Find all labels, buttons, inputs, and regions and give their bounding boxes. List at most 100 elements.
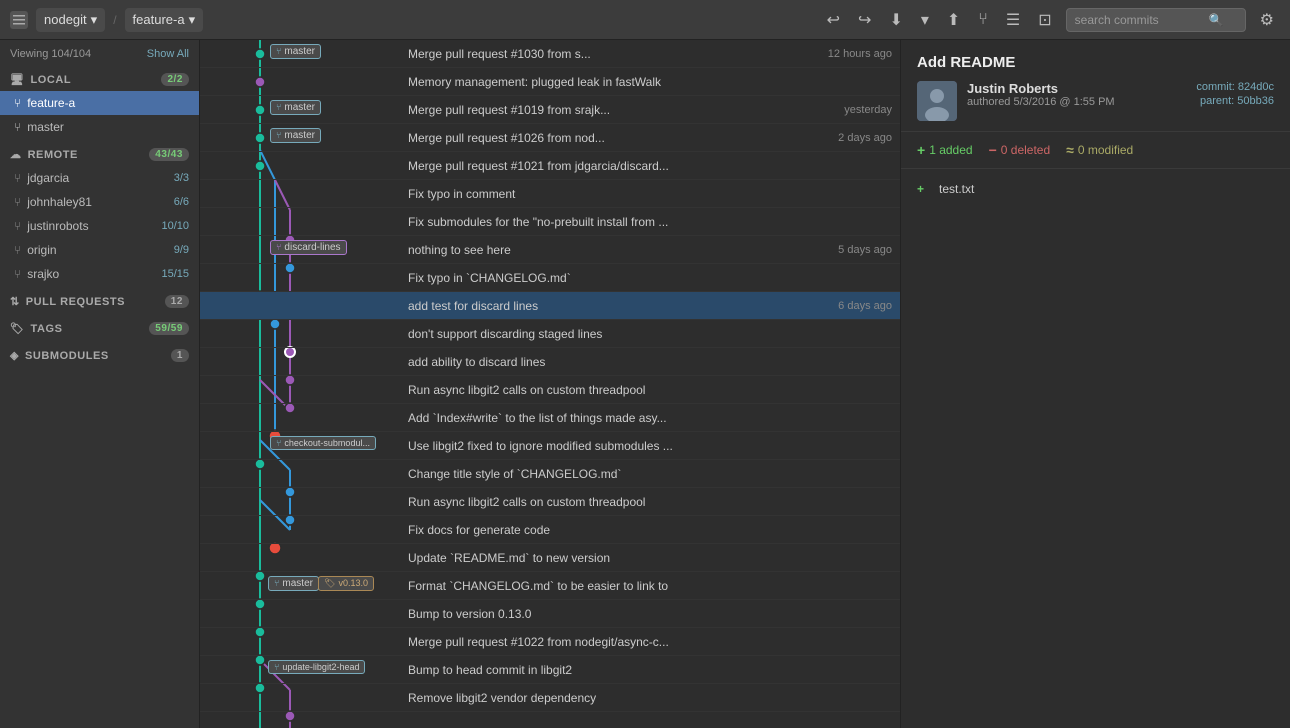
sidebar-item-origin[interactable]: ⑂origin 9/9	[0, 238, 199, 262]
modified-icon: ≈	[1066, 142, 1074, 158]
author-avatar	[917, 81, 957, 121]
remote-branch-icon-1: ⑂	[14, 171, 21, 185]
commit-row-selected[interactable]: add test for discard lines 6 days ago	[200, 292, 900, 320]
branch-icon-feature: ⑂	[14, 96, 21, 110]
redo-button[interactable]: ↪	[852, 6, 877, 34]
branch-icon-master: ⑂	[14, 120, 21, 134]
commit-message-18: Fix docs for generate code	[408, 523, 900, 537]
commit-time-4: 2 days ago	[838, 132, 900, 144]
fetch-button[interactable]: ⬇	[883, 6, 908, 34]
repo-selector[interactable]: nodegit ▾	[36, 8, 105, 32]
justinrobots-count: 10/10	[161, 220, 189, 232]
commit-row[interactable]: ⑂ master Merge pull request #1019 from s…	[200, 96, 900, 124]
commit-label: commit:	[1196, 81, 1235, 93]
pop-button[interactable]: ⊡	[1032, 6, 1057, 34]
commit-row[interactable]: ⑂ master Merge pull request #1026 from n…	[200, 124, 900, 152]
sidebar-item-johnhaley81[interactable]: ⑂johnhaley81 6/6	[0, 190, 199, 214]
commit-message-22: Merge pull request #1022 from nodegit/as…	[408, 635, 900, 649]
undo-button[interactable]: ↩	[821, 6, 846, 34]
commit-row[interactable]: don't support discarding staged lines	[200, 320, 900, 348]
remote-branch-icon-5: ⑂	[14, 267, 21, 281]
commit-message-1: Merge pull request #1030 from s...	[408, 47, 820, 61]
master-label-3: master	[284, 102, 315, 113]
commit-time-3: yesterday	[844, 104, 900, 116]
commit-row[interactable]: Merge pull request #1021 from jdgarcia/d…	[200, 152, 900, 180]
commit-row[interactable]: add ability to discard lines	[200, 348, 900, 376]
computer-icon: 🖥	[10, 73, 25, 86]
master-label-4: master	[284, 130, 315, 141]
stash-button[interactable]: ☰	[1000, 6, 1026, 34]
commit-hash-info: commit: 824d0c parent: 50bb36	[1196, 81, 1274, 107]
commit-row[interactable]: Fix submodules for the "no-prebuilt inst…	[200, 208, 900, 236]
commit-row[interactable]: Remove libgit2 vendor dependency	[200, 684, 900, 712]
commit-message-8: nothing to see here	[408, 243, 830, 257]
commit-row[interactable]: Bump to version 0.13.0	[200, 600, 900, 628]
commit-row[interactable]: ⑂ checkout-submodul... Use libgit2 fixed…	[200, 432, 900, 460]
local-label: LOCAL	[31, 74, 72, 86]
sidebar-item-justinrobots[interactable]: ⑂justinrobots 10/10	[0, 214, 199, 238]
branch-button[interactable]: ⑂	[972, 7, 994, 33]
commit-row[interactable]: Change title style of `CHANGELOG.md`	[200, 460, 900, 488]
discard-branch-icon: ⑂	[276, 242, 281, 252]
sidebar-item-jdgarcia[interactable]: ⑂jdgarcia 3/3	[0, 166, 199, 190]
commit-meta-info: Justin Roberts authored 5/3/2016 @ 1:55 …	[967, 81, 1186, 108]
fetch-dropdown[interactable]: ▾	[915, 6, 935, 34]
submodules-header[interactable]: ◈SUBMODULES 1	[0, 344, 199, 367]
commit-message-19: Update `README.md` to new version	[408, 551, 900, 565]
toolbar-actions: ↩ ↪ ⬇ ▾ ⬆ ⑂ ☰ ⊡	[821, 6, 1058, 34]
commit-time-10: 6 days ago	[838, 300, 900, 312]
commit-message-13: Run async libgit2 calls on custom thread…	[408, 383, 900, 397]
commit-row[interactable]: Fix typo in comment	[200, 180, 900, 208]
commit-row[interactable]: Run async libgit2 calls on custom thread…	[200, 488, 900, 516]
sidebar-item-feature-a[interactable]: ⑂feature-a	[0, 91, 199, 115]
tag-icon: 🏷	[10, 322, 25, 335]
commit-message-7: Fix submodules for the "no-prebuilt inst…	[408, 215, 900, 229]
update-label: update-libgit2-head	[282, 662, 359, 672]
file-item[interactable]: + test.txt	[901, 177, 1290, 201]
tags-header[interactable]: 🏷TAGS 59/59	[0, 317, 199, 340]
local-section: 🖥 LOCAL 2/2 ⑂feature-a ⑂master	[0, 68, 199, 139]
commit-row[interactable]: ⑂ discard-lines nothing to see here 5 da…	[200, 236, 900, 264]
show-all-button[interactable]: Show All	[147, 48, 189, 60]
window-button[interactable]	[10, 11, 28, 29]
remote-icon: ☁	[10, 148, 22, 161]
commit-message-9: Fix typo in `CHANGELOG.md`	[408, 271, 900, 285]
commit-row[interactable]: Memory management: plugged leak in fastW…	[200, 68, 900, 96]
search-input[interactable]	[1075, 13, 1205, 27]
commit-message-24: Remove libgit2 vendor dependency	[408, 691, 900, 705]
submodules-label: SUBMODULES	[25, 350, 109, 362]
johnhaley81-count: 6/6	[174, 196, 189, 208]
push-button[interactable]: ⬆	[941, 6, 966, 34]
pull-requests-header[interactable]: ⇅PULL REQUESTS 12	[0, 290, 199, 313]
commit-message-11: don't support discarding staged lines	[408, 327, 900, 341]
separator: /	[113, 13, 116, 27]
added-count: 1 added	[929, 143, 972, 157]
commit-title: Add README	[917, 54, 1274, 71]
commit-row[interactable]: ⑂ master Merge pull request #1030 from s…	[200, 40, 900, 68]
settings-button[interactable]: ⚙	[1254, 6, 1280, 34]
commit-message-21: Bump to version 0.13.0	[408, 607, 900, 621]
graph-area[interactable]: ⑂ master Merge pull request #1030 from s…	[200, 40, 900, 728]
search-bar[interactable]: 🔍	[1066, 8, 1246, 32]
commit-message-6: Fix typo in comment	[408, 187, 900, 201]
commit-row[interactable]: Run async libgit2 calls on custom thread…	[200, 376, 900, 404]
branch-selector[interactable]: feature-a ▾	[125, 8, 204, 32]
viewing-count: Viewing 104/104 Show All	[0, 44, 199, 64]
commit-row[interactable]: Fix docs for generate code	[200, 516, 900, 544]
commit-message-14: Add `Index#write` to the list of things …	[408, 411, 900, 425]
deleted-icon: −	[989, 142, 997, 158]
tag-icon-20: 🏷	[324, 578, 335, 589]
search-icon: 🔍	[1209, 13, 1224, 27]
titlebar: nodegit ▾ / feature-a ▾ ↩ ↪ ⬇ ▾ ⬆ ⑂ ☰ ⊡ …	[0, 0, 1290, 40]
commit-row[interactable]: Add `Index#write` to the list of things …	[200, 404, 900, 432]
sidebar-item-master[interactable]: ⑂master	[0, 115, 199, 139]
commit-row[interactable]: ⑂ update-libgit2-head Bump to head commi…	[200, 656, 900, 684]
stat-added: + 1 added	[917, 142, 973, 158]
commit-row[interactable]: Update `README.md` to new version	[200, 544, 900, 572]
commit-row[interactable]: ⑂ master 🏷 v0.13.0 Format `CHANGELOG.md`…	[200, 572, 900, 600]
commit-hash: commit: 824d0c	[1196, 81, 1274, 93]
commit-message-20: Format `CHANGELOG.md` to be easier to li…	[408, 579, 900, 593]
commit-row[interactable]: Merge pull request #1022 from nodegit/as…	[200, 628, 900, 656]
sidebar-item-srajko[interactable]: ⑂srajko 15/15	[0, 262, 199, 286]
commit-row[interactable]: Fix typo in `CHANGELOG.md`	[200, 264, 900, 292]
